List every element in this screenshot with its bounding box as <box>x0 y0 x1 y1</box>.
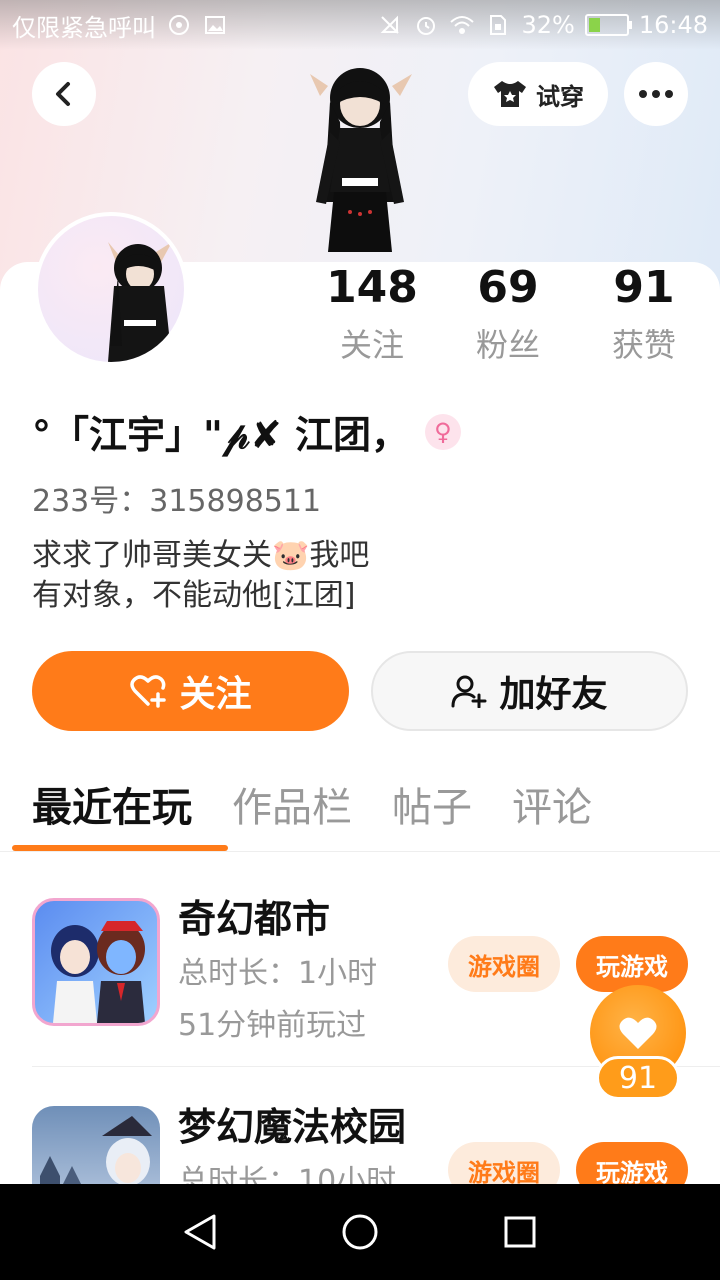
wifi-icon <box>449 12 475 38</box>
tab-works[interactable]: 作品栏 <box>232 780 352 836</box>
game-duration: 总时长：10小时 <box>178 1164 397 1184</box>
game-icon[interactable] <box>32 1106 160 1184</box>
signal-off-icon <box>377 12 403 38</box>
user-id[interactable]: 233号：315898511 <box>32 476 321 520</box>
stat-label: 粉丝 <box>475 326 540 364</box>
game-duration: 总时长：1小时 <box>178 956 378 991</box>
add-friend-button[interactable]: 加好友 <box>371 651 688 731</box>
nav-home-button[interactable] <box>330 1202 390 1262</box>
nav-recents-button[interactable] <box>490 1202 550 1262</box>
bio: 求求了帅哥美女关🐷我吧 有对象，不能动他[江团] <box>32 536 369 616</box>
game-name: 奇幻都市 <box>178 897 331 941</box>
bio-line: 有对象，不能动他[江团] <box>32 578 356 613</box>
avatar[interactable] <box>34 212 188 366</box>
game-circle-button[interactable]: 游戏圈 <box>448 1142 560 1184</box>
profile-screen: 仅限紧急呼叫 32% 16:48 试穿 148 关注 69 粉丝 91 获赞 °… <box>0 0 720 1184</box>
female-icon: ♀ <box>424 413 461 450</box>
play-game-button[interactable]: 玩游戏 <box>576 1142 688 1184</box>
nav-home-icon <box>342 1214 378 1250</box>
game-last-played: 51分钟前玩过 <box>178 1008 367 1043</box>
tshirt-icon <box>494 81 526 107</box>
stat-label: 关注 <box>339 326 404 364</box>
try-on-button[interactable]: 试穿 <box>468 62 608 126</box>
like-count: 91 <box>596 1056 680 1100</box>
follow-button[interactable]: 关注 <box>32 651 349 731</box>
nav-back-button[interactable] <box>170 1202 230 1262</box>
sim-icon <box>485 12 511 38</box>
username: °「江宇」"𝓅✘ 江团， ♀ <box>32 404 461 459</box>
status-bar: 仅限紧急呼叫 32% 16:48 <box>0 0 720 50</box>
clock: 16:48 <box>638 11 708 39</box>
more-button[interactable] <box>624 62 688 126</box>
tab-recently-played[interactable]: 最近在玩 <box>32 780 192 836</box>
back-button[interactable] <box>32 62 96 126</box>
bio-line: 求求了帅哥美女关🐷我吧 <box>32 538 370 573</box>
avatar-figure <box>108 242 172 362</box>
stat-value: 148 <box>326 262 418 313</box>
tab-comments[interactable]: 评论 <box>512 780 592 836</box>
back-icon <box>56 82 70 106</box>
game-icon[interactable] <box>32 898 160 1026</box>
game-circle-button[interactable]: 游戏圈 <box>448 936 560 992</box>
stat-followers[interactable]: 69 粉丝 <box>440 262 576 366</box>
battery-level <box>588 18 601 32</box>
tab-posts[interactable]: 帖子 <box>392 780 472 836</box>
carrier-text: 仅限紧急呼叫 <box>12 13 156 42</box>
character-figure <box>310 68 412 252</box>
stat-label: 获赞 <box>611 326 676 364</box>
more-icon <box>639 90 673 98</box>
system-nav-bar <box>0 1184 720 1280</box>
image-icon <box>202 12 228 38</box>
stat-value: 91 <box>613 262 675 313</box>
alarm-icon <box>413 12 439 38</box>
heart-plus-icon <box>130 675 167 708</box>
heart-icon <box>619 1017 657 1049</box>
try-on-label: 试穿 <box>536 82 584 111</box>
nav-recents-icon <box>504 1216 536 1248</box>
add-friend-label: 加好友 <box>499 674 608 715</box>
nfc-icon <box>166 12 192 38</box>
stat-following[interactable]: 148 关注 <box>304 262 440 366</box>
add-friend-icon <box>451 675 487 708</box>
stat-likes[interactable]: 91 获赞 <box>576 262 712 366</box>
nav-back-icon <box>184 1214 216 1250</box>
battery-percent: 32% <box>521 11 575 39</box>
play-game-button[interactable]: 玩游戏 <box>576 936 688 992</box>
game-name: 梦幻魔法校园 <box>178 1105 407 1149</box>
profile-stats: 148 关注 69 粉丝 91 获赞 <box>304 262 712 366</box>
follow-label: 关注 <box>179 674 252 715</box>
username-text: °「江宇」"𝓅✘ 江团， <box>32 413 409 457</box>
battery-icon <box>584 14 632 36</box>
profile-tabs: 最近在玩 作品栏 帖子 评论 <box>32 780 592 836</box>
stat-value: 69 <box>477 262 539 313</box>
